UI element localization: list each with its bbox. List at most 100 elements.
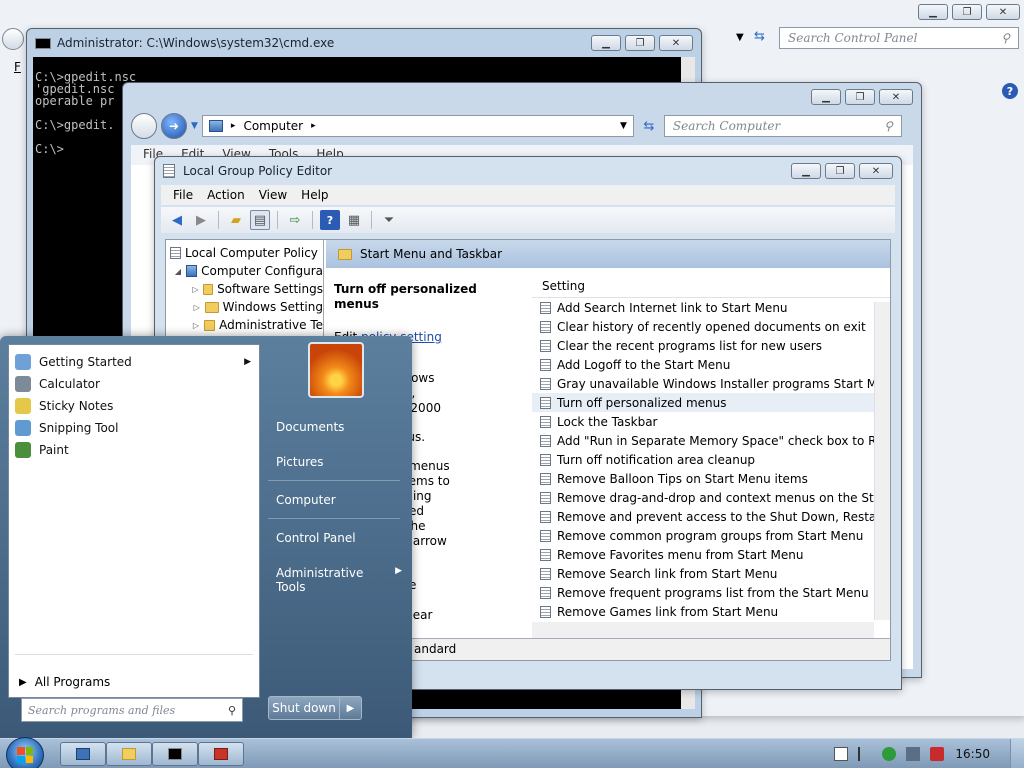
gp-menu-view[interactable]: View — [259, 188, 287, 202]
setting-row[interactable]: Remove drag-and-drop and context menus o… — [532, 488, 890, 507]
setting-row[interactable]: Turn off notification area cleanup — [532, 450, 890, 469]
gpedit-close-button[interactable]: ✕ — [859, 163, 893, 179]
start-search-input[interactable]: Search programs and files ⚲ — [21, 698, 243, 722]
setting-row[interactable]: Remove Favorites menu from Start Menu — [532, 545, 890, 564]
computer-minimize-button[interactable]: ▁ — [811, 89, 841, 105]
tree-item-local-computer-policy[interactable]: Local Computer Policy — [166, 244, 323, 262]
setting-row[interactable]: Turn off personalized menus — [532, 393, 890, 412]
back-button[interactable] — [131, 113, 157, 139]
computer-search-input[interactable]: Search Computer ⚲ — [663, 115, 902, 137]
gp-menu-file[interactable]: File — [173, 188, 193, 202]
computer-address-bar[interactable]: ▸ Computer ▸ ▼ — [201, 115, 634, 137]
policy-setting-icon — [540, 301, 551, 314]
link-documents[interactable]: Documents — [276, 420, 344, 434]
cp-maximize-button[interactable]: ❐ — [952, 4, 982, 20]
taskbar-explorer[interactable] — [106, 742, 152, 766]
program-label: Calculator — [39, 377, 100, 391]
setting-row[interactable]: Lock the Taskbar — [532, 412, 890, 431]
expand-icon[interactable]: ▷ — [192, 321, 200, 330]
tree-item-windows-settings[interactable]: ▷ Windows Setting — [166, 298, 323, 316]
all-programs-button[interactable]: ▶ All Programs — [19, 675, 110, 689]
collapse-icon[interactable]: ◢ — [174, 267, 182, 276]
links-separator — [268, 480, 400, 481]
setting-row[interactable]: Remove Search link from Start Menu — [532, 564, 890, 583]
cp-close-button[interactable]: ✕ — [986, 4, 1020, 20]
cp-refresh-icon[interactable]: ⇆ — [754, 29, 765, 44]
settings-horizontal-scrollbar[interactable] — [532, 622, 874, 638]
link-computer[interactable]: Computer — [276, 493, 336, 507]
cmd-minimize-button[interactable]: ▁ — [591, 35, 621, 51]
cp-back-button[interactable] — [2, 28, 24, 50]
cmd-maximize-button[interactable]: ❐ — [625, 35, 655, 51]
setting-row[interactable]: Clear the recent programs list for new u… — [532, 336, 890, 355]
breadcrumb-computer[interactable]: Computer — [243, 119, 303, 133]
clock[interactable]: 16:50 — [955, 747, 990, 761]
link-control-panel[interactable]: Control Panel — [276, 531, 356, 545]
computer-maximize-button[interactable]: ❐ — [845, 89, 875, 105]
export-list-icon[interactable]: ⇨ — [285, 210, 305, 230]
settings-vertical-scrollbar[interactable] — [874, 302, 890, 620]
setting-row[interactable]: Add Logoff to the Start Menu — [532, 355, 890, 374]
cp-address-dropdown-icon[interactable]: ▼ — [736, 32, 744, 43]
expand-icon[interactable]: ▷ — [192, 303, 201, 312]
program-item[interactable]: Paint — [9, 439, 259, 461]
network-icon[interactable] — [906, 747, 920, 761]
setting-row[interactable]: Clear history of recently opened documen… — [532, 317, 890, 336]
search-icon: ⚲ — [227, 703, 236, 717]
cp-menu-stub[interactable]: F — [14, 60, 21, 74]
help-icon[interactable]: ? — [1002, 83, 1018, 99]
shutdown-button[interactable]: Shut down — [268, 696, 340, 720]
taskbar-server-manager[interactable] — [60, 742, 106, 766]
address-dropdown-icon[interactable]: ▼ — [620, 121, 627, 131]
back-arrow-icon[interactable]: ◀ — [167, 210, 187, 230]
gp-menu-action[interactable]: Action — [207, 188, 245, 202]
show-desktop-button[interactable] — [1010, 739, 1024, 768]
link-administrative-tools[interactable]: Administrative Tools ▶ — [276, 566, 402, 594]
gp-menu-help[interactable]: Help — [301, 188, 328, 202]
refresh-icon[interactable]: ⇆ — [638, 119, 660, 134]
shutdown-options-arrow-icon[interactable]: ▶ — [340, 696, 362, 720]
gpedit-minimize-button[interactable]: ▁ — [791, 163, 821, 179]
tree-item-administrative-templates[interactable]: ▷ Administrative Te — [166, 316, 323, 334]
show-hide-tree-icon[interactable]: ▤ — [250, 210, 270, 230]
program-item[interactable]: Snipping Tool — [9, 417, 259, 439]
tab-standard[interactable]: andard — [414, 642, 456, 656]
settings-list: Add Search Internet link to Start Menu Cl… — [532, 298, 890, 621]
tree-item-computer-configuration[interactable]: ◢ Computer Configura — [166, 262, 323, 280]
forward-button[interactable]: ➜ — [161, 113, 187, 139]
flag-icon[interactable] — [858, 747, 872, 761]
link-pictures[interactable]: Pictures — [276, 455, 324, 469]
setting-row[interactable]: Remove common program groups from Start … — [532, 526, 890, 545]
taskbar-cmd[interactable] — [152, 742, 198, 766]
taskbar-gpedit[interactable] — [198, 742, 244, 766]
filter-icon[interactable]: ⏷ — [379, 210, 399, 230]
column-header-setting[interactable]: Setting — [532, 268, 890, 298]
setting-row[interactable]: Add Search Internet link to Start Menu — [532, 298, 890, 317]
help-icon[interactable]: ? — [320, 210, 340, 230]
up-folder-icon[interactable]: ▰ — [226, 210, 246, 230]
start-button[interactable] — [6, 737, 44, 768]
expand-icon[interactable]: ▷ — [192, 285, 199, 294]
properties-icon[interactable]: ▦ — [344, 210, 364, 230]
gpedit-maximize-button[interactable]: ❐ — [825, 163, 855, 179]
cmd-close-button[interactable]: ✕ — [659, 35, 693, 51]
program-item[interactable]: Calculator — [9, 373, 259, 395]
check-shield-icon[interactable] — [882, 747, 896, 761]
setting-row[interactable]: Remove and prevent access to the Shut Do… — [532, 507, 890, 526]
setting-row[interactable]: Gray unavailable Windows Installer progr… — [532, 374, 890, 393]
setting-row[interactable]: Remove Balloon Tips on Start Menu items — [532, 469, 890, 488]
computer-close-button[interactable]: ✕ — [879, 89, 913, 105]
tree-item-software-settings[interactable]: ▷ Software Settings — [166, 280, 323, 298]
setting-row[interactable]: Remove Games link from Start Menu — [532, 602, 890, 621]
setting-row[interactable]: Remove frequent programs list from the S… — [532, 583, 890, 602]
user-avatar[interactable] — [308, 342, 364, 398]
history-dropdown-icon[interactable]: ▼ — [191, 121, 198, 131]
cp-minimize-button[interactable]: ▁ — [918, 4, 948, 20]
forward-arrow-icon[interactable]: ▶ — [191, 210, 211, 230]
program-item[interactable]: Getting Started ▶ — [9, 351, 259, 373]
action-center-doc-icon[interactable] — [834, 747, 848, 761]
setting-row[interactable]: Add "Run in Separate Memory Space" check… — [532, 431, 890, 450]
program-item[interactable]: Sticky Notes — [9, 395, 259, 417]
cp-search-input[interactable]: Search Control Panel ⚲ — [779, 27, 1019, 49]
volume-muted-icon[interactable] — [930, 747, 944, 761]
